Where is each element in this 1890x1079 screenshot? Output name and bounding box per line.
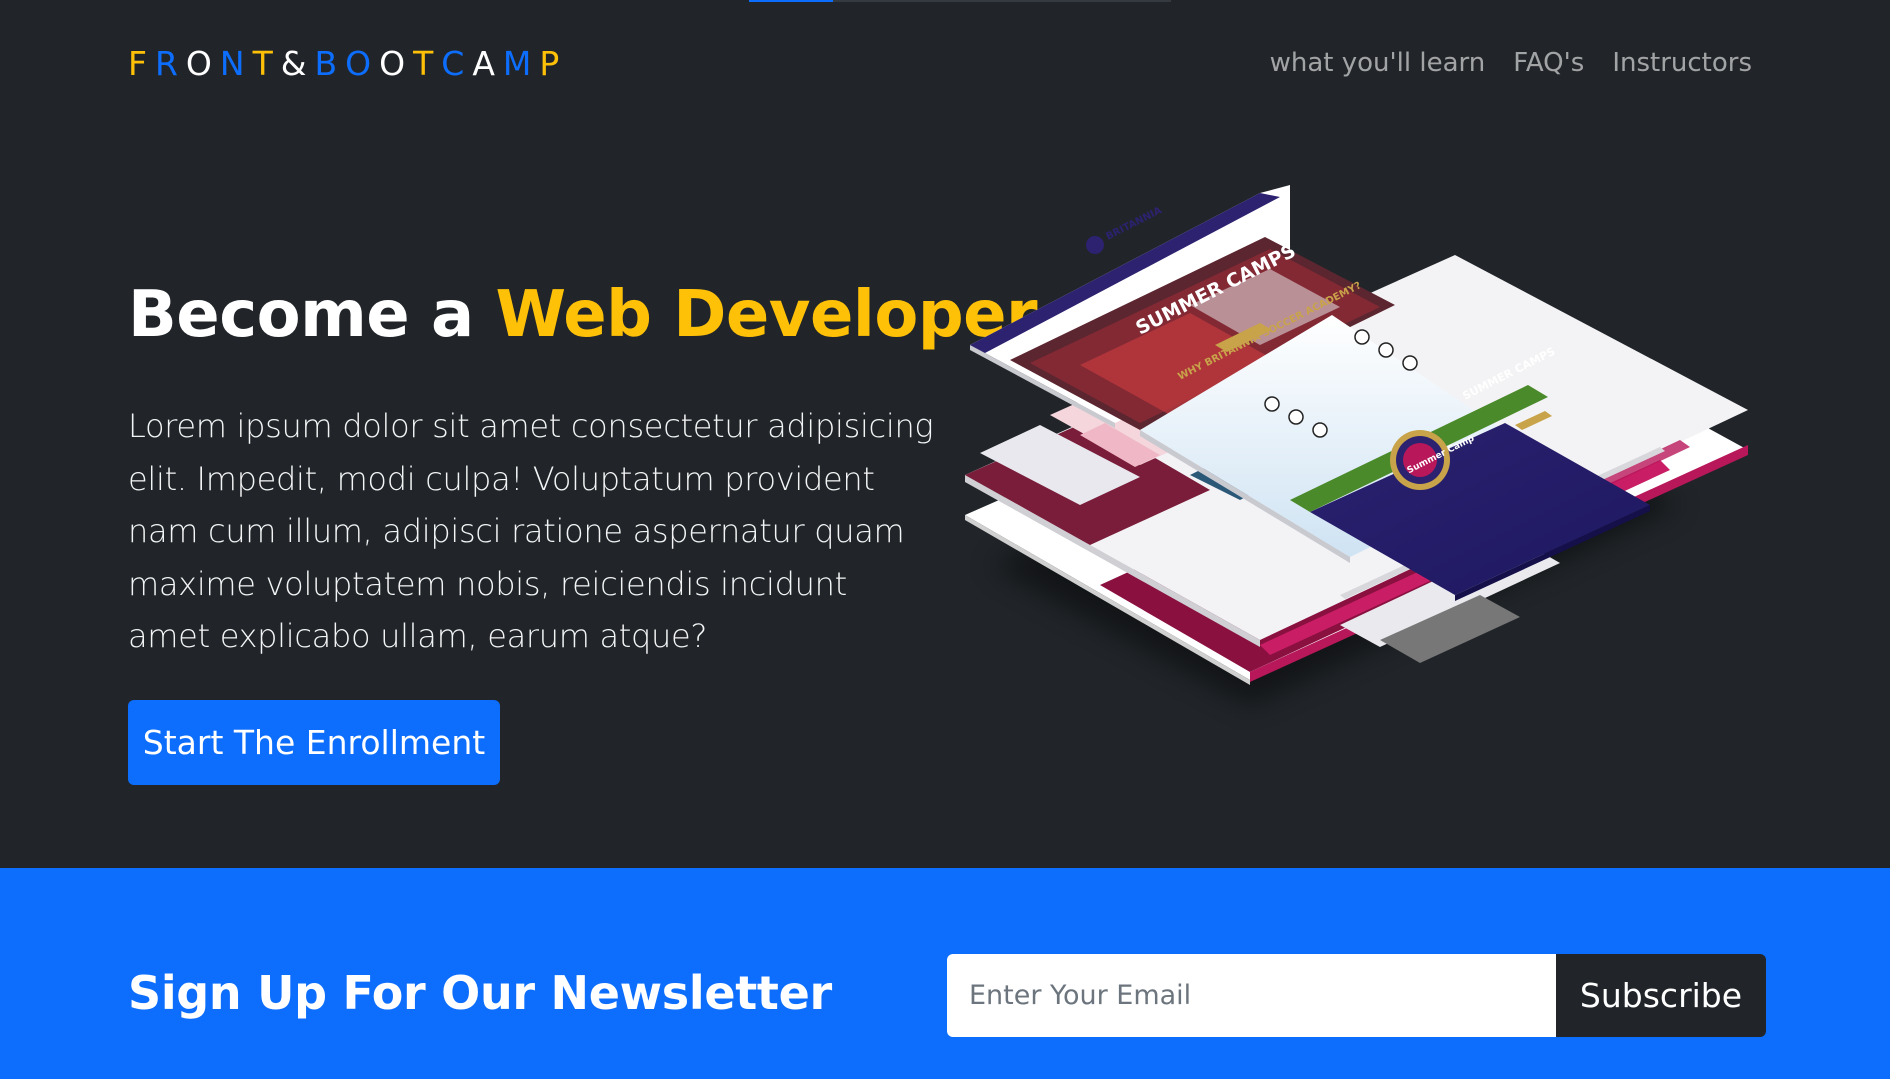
nav-link-what-youll-learn[interactable]: what you'll learn	[1270, 48, 1486, 78]
brand-letter: B	[314, 44, 346, 83]
hero-title: Become a Web Developer	[128, 278, 1038, 352]
subscribe-button[interactable]: Subscribe	[1556, 954, 1766, 1037]
mockup-brand-text: BRITANNIA	[1104, 205, 1164, 243]
nav-link-faqs[interactable]: FAQ's	[1513, 48, 1584, 78]
brand-letter: C	[441, 44, 473, 83]
nav-link-instructors[interactable]: Instructors	[1612, 48, 1752, 78]
hero-title-prefix: Become a	[128, 278, 496, 352]
navbar: FRONT&BOOTCAMP what you'll learn FAQ's I…	[0, 0, 1890, 130]
newsletter-title: Sign Up For Our Newsletter	[128, 966, 832, 1020]
brand-letter: F	[128, 44, 155, 83]
email-input[interactable]	[947, 954, 1556, 1037]
brand-letter: O	[379, 44, 414, 83]
brand-letter: T	[252, 44, 281, 83]
brand-letter: O	[185, 44, 220, 83]
website-mockups-illustration: SUMMER CAMPS BRITANNIA WHY BRITANNIA SOC…	[965, 185, 1748, 705]
brand-letter: M	[502, 44, 540, 83]
brand-letter: &	[280, 44, 315, 83]
newsletter-section: Sign Up For Our Newsletter Subscribe	[0, 868, 1890, 1079]
start-enrollment-button[interactable]: Start The Enrollment	[128, 700, 500, 785]
nav-links: what you'll learn FAQ's Instructors	[1270, 48, 1752, 78]
brand-letter: P	[539, 44, 568, 83]
brand-letter: O	[345, 44, 380, 83]
brand-logo[interactable]: FRONT&BOOTCAMP	[128, 44, 567, 83]
hero-title-highlight: Web Developer	[495, 278, 1038, 352]
newsletter-form: Subscribe	[947, 954, 1766, 1037]
hero-paragraph: Lorem ipsum dolor sit amet consectetur a…	[128, 407, 934, 655]
brand-letter: T	[413, 44, 442, 83]
brand-letter: R	[154, 44, 186, 83]
brand-letter: A	[472, 44, 503, 83]
brand-letter: N	[219, 44, 253, 83]
